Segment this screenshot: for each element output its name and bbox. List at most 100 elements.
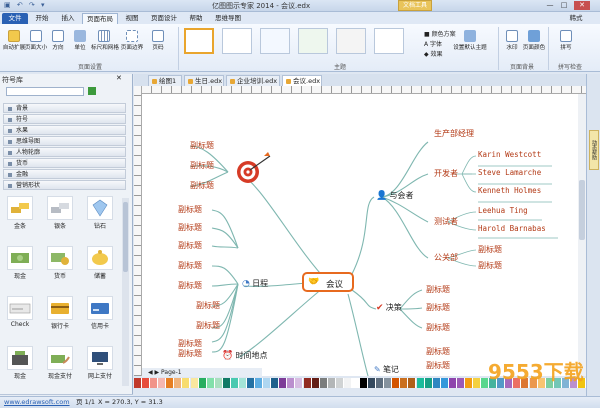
color-swatch[interactable] bbox=[327, 378, 336, 388]
color-swatch[interactable] bbox=[263, 378, 272, 388]
category-finance[interactable]: 金融 bbox=[3, 169, 126, 179]
page-color-button[interactable]: 页面颜色 bbox=[523, 30, 545, 51]
color-swatch[interactable] bbox=[222, 378, 231, 388]
color-swatch[interactable] bbox=[303, 378, 312, 388]
color-swatch[interactable] bbox=[400, 378, 409, 388]
color-swatch[interactable] bbox=[214, 378, 223, 388]
branch-notes[interactable]: ✎ 笔记 bbox=[374, 364, 399, 375]
theme-option-4[interactable] bbox=[298, 28, 328, 54]
color-swatch[interactable] bbox=[456, 378, 465, 388]
shape-coins[interactable]: 货币 bbox=[46, 246, 74, 282]
color-swatch[interactable] bbox=[424, 378, 433, 388]
central-topic[interactable]: 🤝 会议 bbox=[302, 272, 354, 292]
color-swatch[interactable] bbox=[190, 378, 199, 388]
schedule-subtopic[interactable]: 副标题 bbox=[178, 280, 202, 291]
color-swatch[interactable] bbox=[287, 378, 296, 388]
dynamic-help-tab[interactable]: 动态帮助 bbox=[589, 130, 599, 170]
color-swatch[interactable] bbox=[182, 378, 191, 388]
minimize-button[interactable]: — bbox=[544, 1, 556, 10]
color-swatch[interactable] bbox=[464, 378, 473, 388]
tab-page-layout[interactable]: 页面布局 bbox=[82, 13, 118, 24]
spell-check-button[interactable]: 拼写 bbox=[558, 30, 574, 51]
color-swatch[interactable] bbox=[376, 378, 385, 388]
schedule-subtopic[interactable]: 副标题 bbox=[178, 240, 202, 251]
theme-option-6[interactable] bbox=[374, 28, 404, 54]
schedule-subtopic[interactable]: 副标题 bbox=[178, 260, 202, 271]
location-subtopic[interactable]: 副标题 bbox=[178, 348, 202, 359]
group-pr[interactable]: 公关部 bbox=[434, 252, 458, 263]
library-dropdown[interactable] bbox=[6, 87, 84, 96]
tab-help[interactable]: 帮助 bbox=[184, 13, 208, 24]
shape-diamond[interactable]: 钻石 bbox=[86, 196, 114, 232]
orientation-button[interactable]: 方向 bbox=[50, 30, 66, 51]
color-swatch[interactable] bbox=[238, 378, 247, 388]
website-link[interactable]: www.edrawsoft.com bbox=[4, 397, 70, 408]
tab-view[interactable]: 视图 bbox=[120, 13, 144, 24]
color-swatch[interactable] bbox=[255, 378, 264, 388]
theme-option-3[interactable] bbox=[260, 28, 290, 54]
doc-tab-meeting[interactable]: 会议.edx bbox=[282, 75, 322, 86]
schedule-subtopic[interactable]: 副标题 bbox=[196, 300, 220, 311]
page-navigator[interactable]: ◀ ▶ Page-1 bbox=[142, 368, 262, 377]
doc-tab-drawing1[interactable]: 绘图1 bbox=[148, 75, 182, 86]
color-swatch[interactable] bbox=[150, 378, 159, 388]
notes-subtopic[interactable]: 副标题 bbox=[426, 360, 450, 371]
branch-location[interactable]: ⏰ 时间地点 bbox=[222, 350, 267, 361]
doc-tab-training[interactable]: 企业培训.edx bbox=[226, 75, 280, 86]
target-subtopic[interactable]: 副标题 bbox=[190, 180, 214, 191]
doc-tab-birthday[interactable]: 生日.edx bbox=[184, 75, 224, 86]
ruler-grid-button[interactable]: 标尺和网格 bbox=[91, 30, 119, 51]
color-swatch[interactable] bbox=[206, 378, 215, 388]
tab-home[interactable]: 开始 bbox=[30, 13, 54, 24]
color-swatch[interactable] bbox=[440, 378, 449, 388]
branch-schedule[interactable]: ◔ 日程 bbox=[242, 278, 268, 289]
shape-silver-bars[interactable]: 银条 bbox=[46, 196, 74, 232]
pr-subtopic[interactable]: 副标题 bbox=[478, 260, 502, 271]
color-swatch[interactable] bbox=[198, 378, 207, 388]
group-developers[interactable]: 开发者 bbox=[434, 168, 458, 179]
color-swatch[interactable] bbox=[392, 378, 401, 388]
color-swatch[interactable] bbox=[368, 378, 377, 388]
tab-insert[interactable]: 插入 bbox=[56, 13, 80, 24]
color-swatch[interactable] bbox=[319, 378, 328, 388]
units-button[interactable]: 单位 bbox=[72, 30, 88, 51]
category-marketing-shapes[interactable]: 营销形状 bbox=[3, 180, 126, 190]
color-swatch[interactable] bbox=[408, 378, 417, 388]
page-tab[interactable]: Page-1 bbox=[161, 369, 182, 376]
developer-name[interactable]: Kenneth Holmes bbox=[478, 186, 541, 195]
group-production-manager[interactable]: 生产部经理 bbox=[434, 128, 474, 139]
decision-subtopic[interactable]: 副标题 bbox=[426, 284, 450, 295]
shape-bank-card[interactable]: 银行卡 bbox=[46, 296, 74, 332]
tab-page-design[interactable]: 页面设计 bbox=[146, 13, 182, 24]
color-swatch[interactable] bbox=[448, 378, 457, 388]
shape-credit-card[interactable]: 信用卡 bbox=[86, 296, 114, 332]
shape-cash[interactable]: 现金 bbox=[6, 246, 34, 282]
shape-gold-bars[interactable]: 金条 bbox=[6, 196, 34, 232]
color-scheme-button[interactable]: ■ 颜色方案 bbox=[424, 29, 456, 38]
schedule-subtopic[interactable]: 副标题 bbox=[178, 204, 202, 215]
theme-option-1[interactable] bbox=[184, 28, 214, 54]
category-background[interactable]: 背景 bbox=[3, 103, 126, 113]
color-swatch[interactable] bbox=[279, 378, 288, 388]
tab-file[interactable]: 文件 bbox=[2, 13, 28, 24]
color-swatch[interactable] bbox=[360, 378, 369, 388]
shape-cash-register[interactable]: 现金 bbox=[6, 346, 34, 382]
color-swatch[interactable] bbox=[230, 378, 239, 388]
watermark-button[interactable]: 水印 bbox=[504, 30, 520, 51]
schedule-subtopic[interactable]: 副标题 bbox=[178, 222, 202, 233]
tab-mindmap[interactable]: 思维导图 bbox=[210, 13, 246, 24]
color-swatch[interactable] bbox=[432, 378, 441, 388]
category-fruit[interactable]: 水果 bbox=[3, 125, 126, 135]
user-name[interactable]: 韩式 bbox=[558, 13, 594, 24]
color-swatch[interactable] bbox=[142, 378, 151, 388]
panel-close-icon[interactable]: ✕ bbox=[116, 74, 122, 82]
go-icon[interactable] bbox=[88, 87, 96, 95]
group-testers[interactable]: 测试者 bbox=[434, 216, 458, 227]
effects-button[interactable]: ◆ 效果 bbox=[424, 49, 443, 58]
color-swatch[interactable] bbox=[384, 378, 393, 388]
font-button[interactable]: A 字体 bbox=[424, 39, 442, 48]
color-swatch[interactable] bbox=[335, 378, 344, 388]
developer-name[interactable]: Karin Westcott bbox=[478, 150, 541, 159]
target-subtopic[interactable]: 副标题 bbox=[190, 140, 214, 151]
set-default-theme-button[interactable]: 设置默认主题 bbox=[453, 30, 487, 51]
